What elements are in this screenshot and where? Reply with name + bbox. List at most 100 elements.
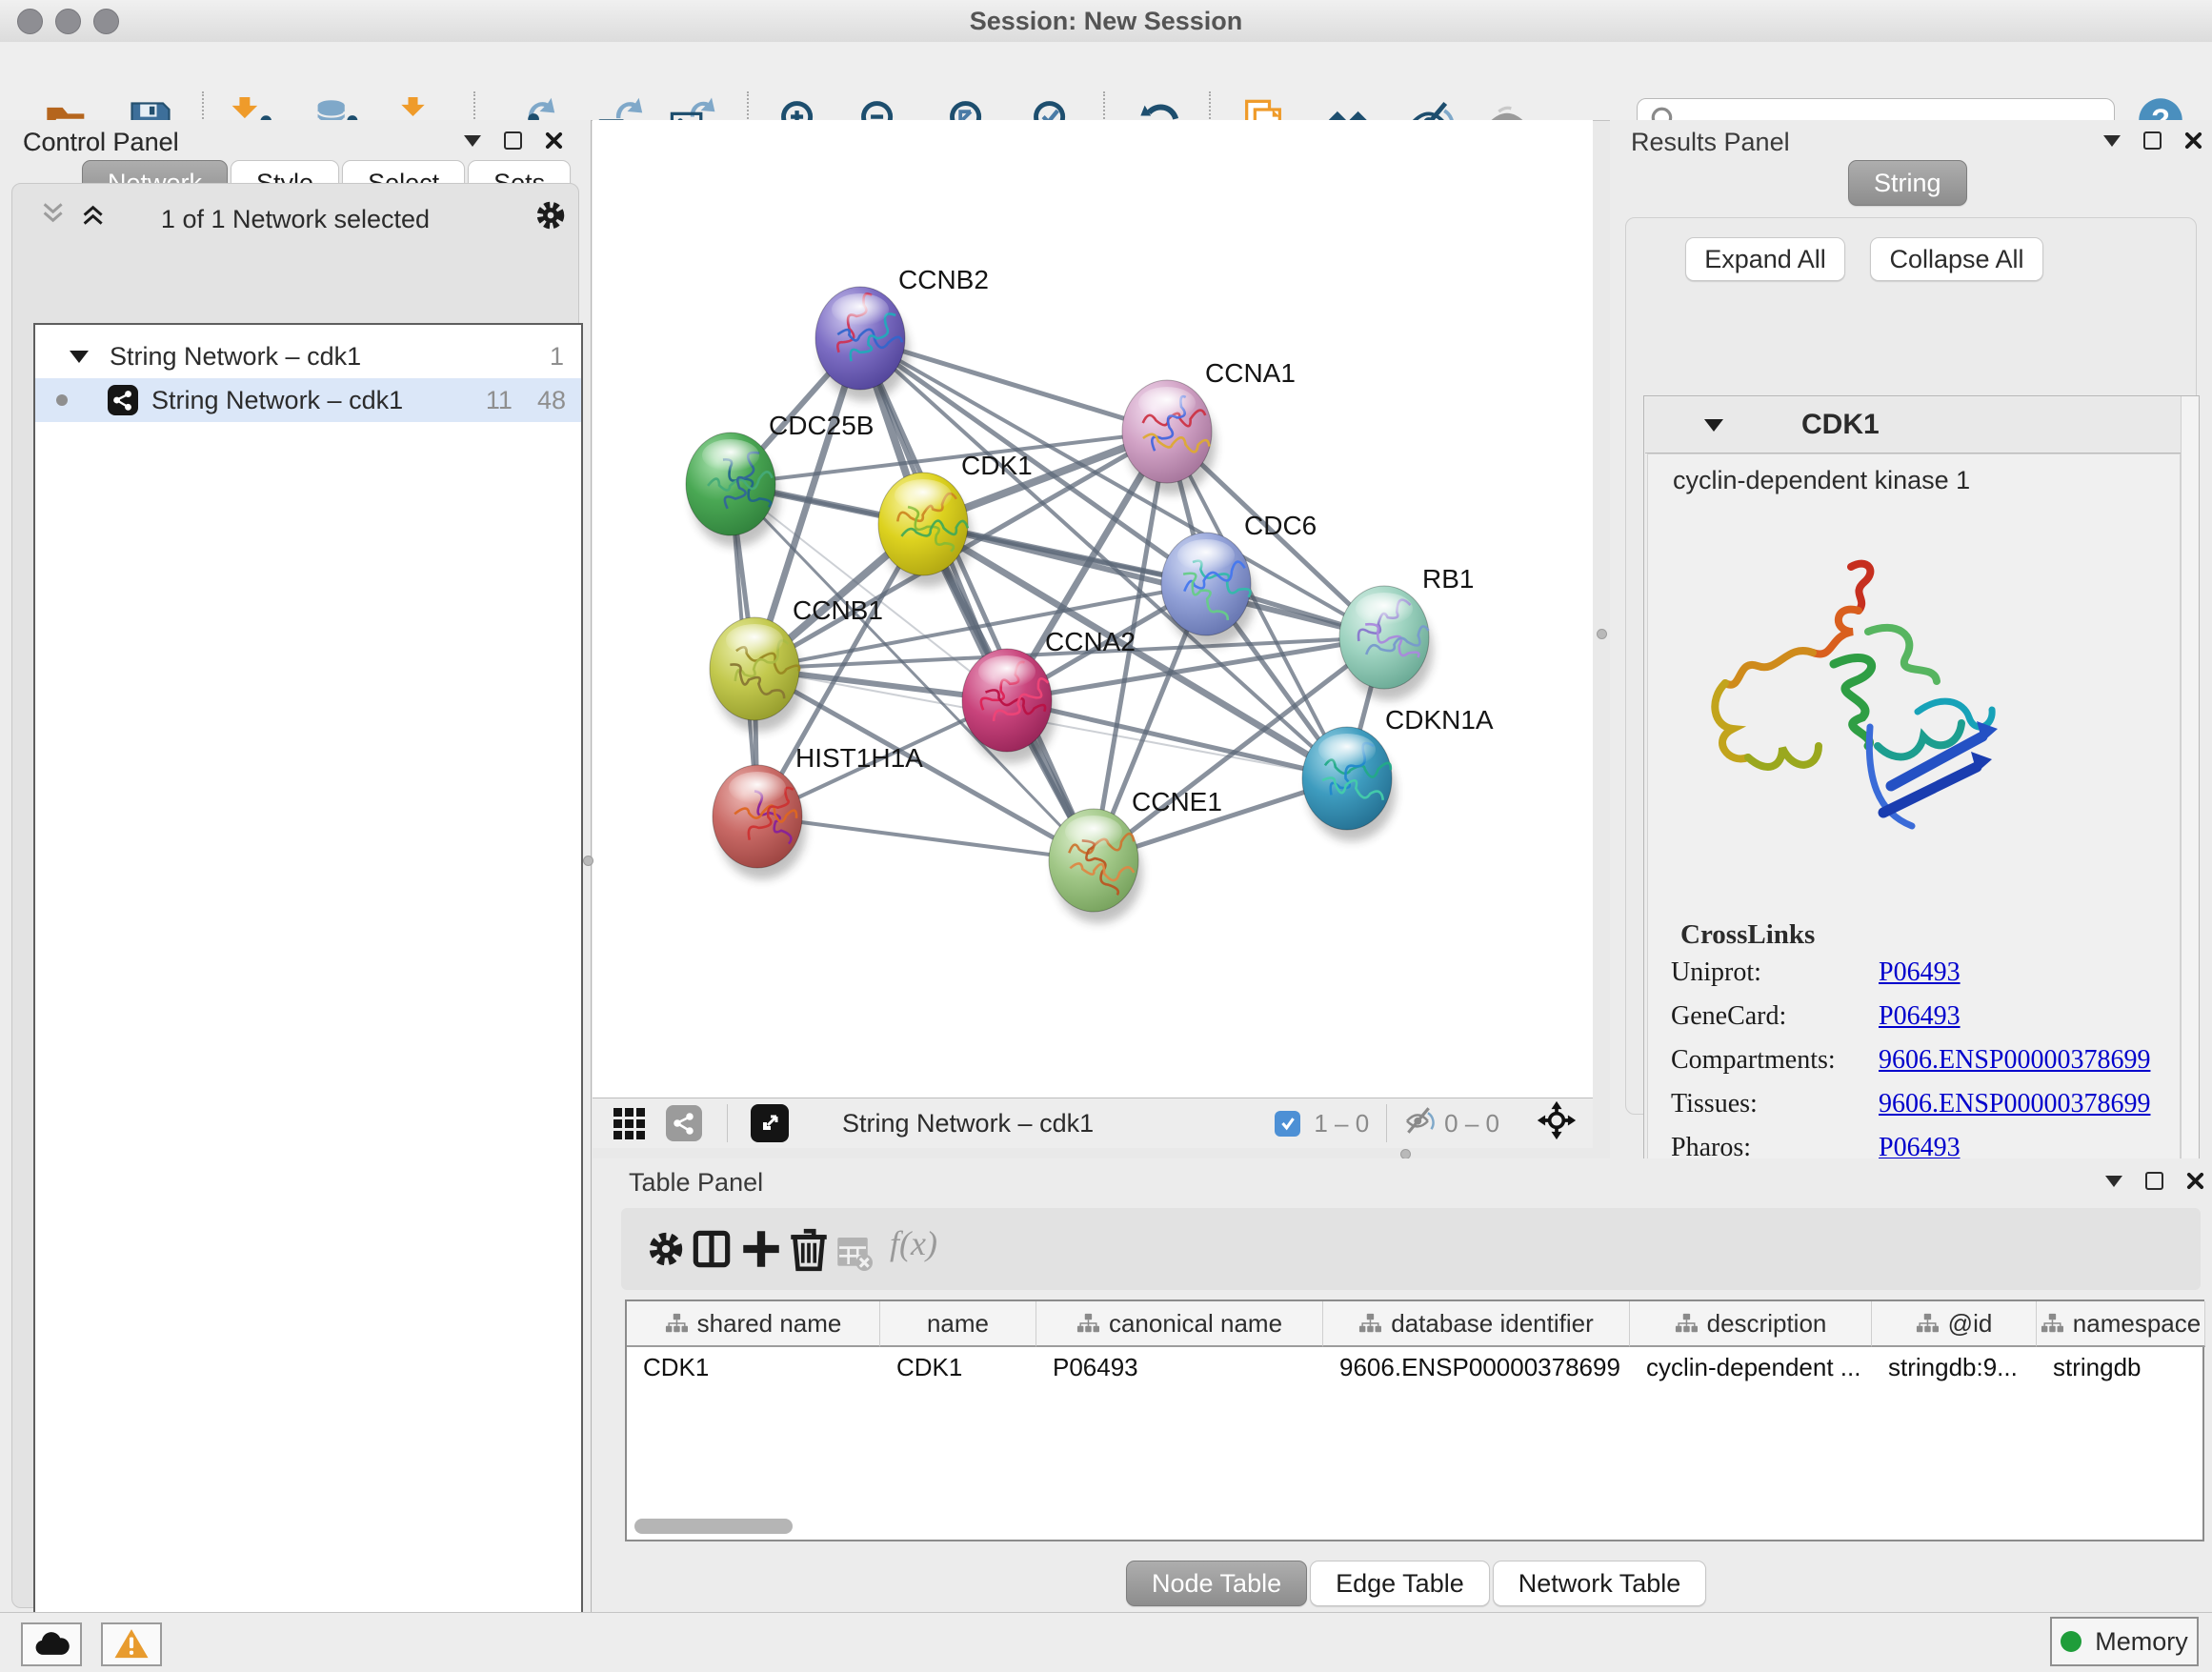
expand-all-button[interactable]: Expand All	[1685, 237, 1845, 281]
network-options-gear-icon[interactable]	[533, 197, 569, 233]
table-gear-icon[interactable]	[642, 1225, 690, 1273]
delete-column-icon[interactable]	[785, 1225, 833, 1273]
panel-collapse-icon[interactable]	[2103, 135, 2121, 147]
control-panel: Control Panel Network Style Select Sets …	[0, 120, 592, 1612]
table-horizontal-scrollbar[interactable]	[634, 1519, 793, 1534]
selected-checkbox-icon[interactable]	[1275, 1111, 1300, 1137]
results-vertical-scrollbar[interactable]	[2181, 396, 2199, 1200]
column-header-shared-name[interactable]: shared name	[627, 1301, 880, 1347]
network-node-cdk1[interactable]	[878, 473, 972, 587]
crosslink-value-link[interactable]: P06493	[1879, 1001, 1961, 1032]
column-header--id[interactable]: @id	[1872, 1301, 2037, 1347]
panel-float-icon[interactable]	[504, 131, 522, 150]
warnings-button[interactable]	[101, 1622, 162, 1666]
network-node-ccnb2[interactable]	[815, 287, 909, 401]
network-node-rb1[interactable]	[1339, 586, 1433, 700]
network-canvas[interactable]: CCNB2CCNA1CDC25BCDK1CDC6RB1CCNB1CCNA2CDK…	[593, 120, 1593, 1098]
crosslink-label: Uniprot:	[1671, 957, 1879, 988]
tab-edge-table[interactable]: Edge Table	[1310, 1561, 1490, 1606]
node-table: shared nameCDK1nameCDK1canonical nameP06…	[625, 1299, 2204, 1541]
window-close-button[interactable]	[17, 9, 43, 34]
table-cell[interactable]: CDK1	[880, 1347, 1036, 1387]
fit-content-crosshair-icon[interactable]	[1536, 1099, 1578, 1148]
panel-collapse-icon[interactable]	[2105, 1176, 2122, 1187]
cloud-status-button[interactable]	[21, 1622, 82, 1666]
table-tabs: Node TableEdge TableNetwork Table	[1126, 1561, 1706, 1606]
gene-caret-icon[interactable]	[1704, 419, 1723, 432]
memory-status-dot-icon	[2061, 1631, 2081, 1652]
tab-node-table[interactable]: Node Table	[1126, 1561, 1307, 1606]
node-label-ccnb2: CCNB2	[898, 265, 989, 294]
panel-collapse-icon[interactable]	[464, 135, 481, 147]
collapse-all-button[interactable]: Collapse All	[1870, 237, 2043, 281]
function-builder-icon[interactable]: f(x)	[890, 1223, 995, 1271]
network-node-ccna2[interactable]	[962, 649, 1056, 763]
collection-count: 1	[550, 342, 564, 372]
crosslink-label: GeneCard:	[1671, 1001, 1879, 1032]
crosslink-label: Tissues:	[1671, 1089, 1879, 1119]
view-grid-icon[interactable]	[613, 1108, 645, 1139]
panel-float-icon[interactable]	[2143, 131, 2162, 150]
crosslink-row: Uniprot:P06493	[1671, 957, 1961, 988]
titlebar: Session: New Session	[0, 0, 2212, 43]
column-header-database-identifier[interactable]: database identifier	[1323, 1301, 1630, 1347]
network-node-hist1h1a[interactable]	[713, 765, 806, 879]
column-header-canonical-name[interactable]: canonical name	[1036, 1301, 1323, 1347]
status-bar: Memory	[0, 1612, 2212, 1672]
show-columns-icon[interactable]	[688, 1225, 735, 1273]
tab-string[interactable]: String	[1848, 160, 1967, 206]
birdseye-view-icon[interactable]	[666, 1105, 702, 1141]
panel-close-icon[interactable]	[545, 131, 563, 150]
table-cell[interactable]: CDK1	[627, 1347, 879, 1387]
warning-icon	[112, 1625, 151, 1663]
column-header-description[interactable]: description	[1630, 1301, 1872, 1347]
node-label-ccna2: CCNA2	[1045, 627, 1136, 656]
network-node-ccne1[interactable]	[1049, 809, 1142, 923]
crosslink-value-link[interactable]: 9606.ENSP00000378699	[1879, 1089, 2150, 1119]
collection-caret-icon[interactable]	[70, 351, 89, 363]
column-header-name[interactable]: name	[880, 1301, 1036, 1347]
table-cell[interactable]: cyclin-dependent ...	[1630, 1347, 1871, 1387]
detach-view-icon[interactable]	[751, 1104, 789, 1142]
table-cell[interactable]: 9606.ENSP00000378699	[1323, 1347, 1629, 1387]
node-label-cdk1: CDK1	[961, 451, 1033, 480]
node-label-ccnb1: CCNB1	[793, 595, 883, 625]
crosslink-row: GeneCard:P06493	[1671, 1001, 1961, 1032]
add-column-icon[interactable]	[737, 1225, 785, 1273]
memory-button[interactable]: Memory	[2050, 1617, 2199, 1666]
crosslink-row: Compartments:9606.ENSP00000378699	[1671, 1045, 2150, 1076]
network-node-cdkn1a[interactable]	[1302, 727, 1396, 841]
panel-close-icon[interactable]	[2186, 1172, 2204, 1190]
network-row[interactable]: String Network – cdk1 11 48	[35, 378, 581, 422]
crosslink-value-link[interactable]: P06493	[1879, 957, 1961, 988]
window-minimize-button[interactable]	[55, 9, 81, 34]
main-toolbar: ?	[0, 42, 2212, 121]
panel-close-icon[interactable]	[2184, 131, 2202, 150]
crosslink-row: Tissues:9606.ENSP00000378699	[1671, 1089, 2150, 1119]
crosslink-value-link[interactable]: 9606.ENSP00000378699	[1879, 1045, 2150, 1076]
hidden-count: 0 – 0	[1444, 1109, 1499, 1138]
panel-float-icon[interactable]	[2145, 1172, 2163, 1190]
table-cell[interactable]: stringdb	[2037, 1347, 2204, 1387]
window-zoom-button[interactable]	[93, 9, 119, 34]
vertical-splitter-handle[interactable]	[1597, 629, 1607, 639]
column-header-namespace[interactable]: namespace	[2037, 1301, 2205, 1347]
crosslink-label: Compartments:	[1671, 1045, 1879, 1076]
node-label-ccne1: CCNE1	[1132, 787, 1222, 816]
table-cell[interactable]: P06493	[1036, 1347, 1322, 1387]
delete-table-icon[interactable]	[833, 1231, 873, 1271]
tab-network-table[interactable]: Network Table	[1493, 1561, 1707, 1606]
gene-section-header[interactable]: CDK1	[1645, 397, 2181, 453]
gene-details-scroll-area: CDK1 cyclin-dependent kinase 1	[1643, 395, 2200, 1201]
network-view-title: String Network – cdk1	[842, 1109, 1094, 1138]
selected-count: 1 – 0	[1314, 1109, 1369, 1138]
network-node-cdc6[interactable]	[1161, 533, 1255, 647]
table-panel-title: Table Panel	[629, 1168, 763, 1198]
results-panel-title: Results Panel	[1631, 128, 1790, 157]
table-cell[interactable]: stringdb:9...	[1872, 1347, 2036, 1387]
node-label-rb1: RB1	[1422, 564, 1474, 594]
node-label-ccna1: CCNA1	[1205, 358, 1296, 388]
vertical-splitter-handle[interactable]	[583, 856, 593, 866]
network-collection-row[interactable]: String Network – cdk1 1	[35, 334, 581, 378]
network-node-cdc25b[interactable]	[686, 433, 779, 547]
